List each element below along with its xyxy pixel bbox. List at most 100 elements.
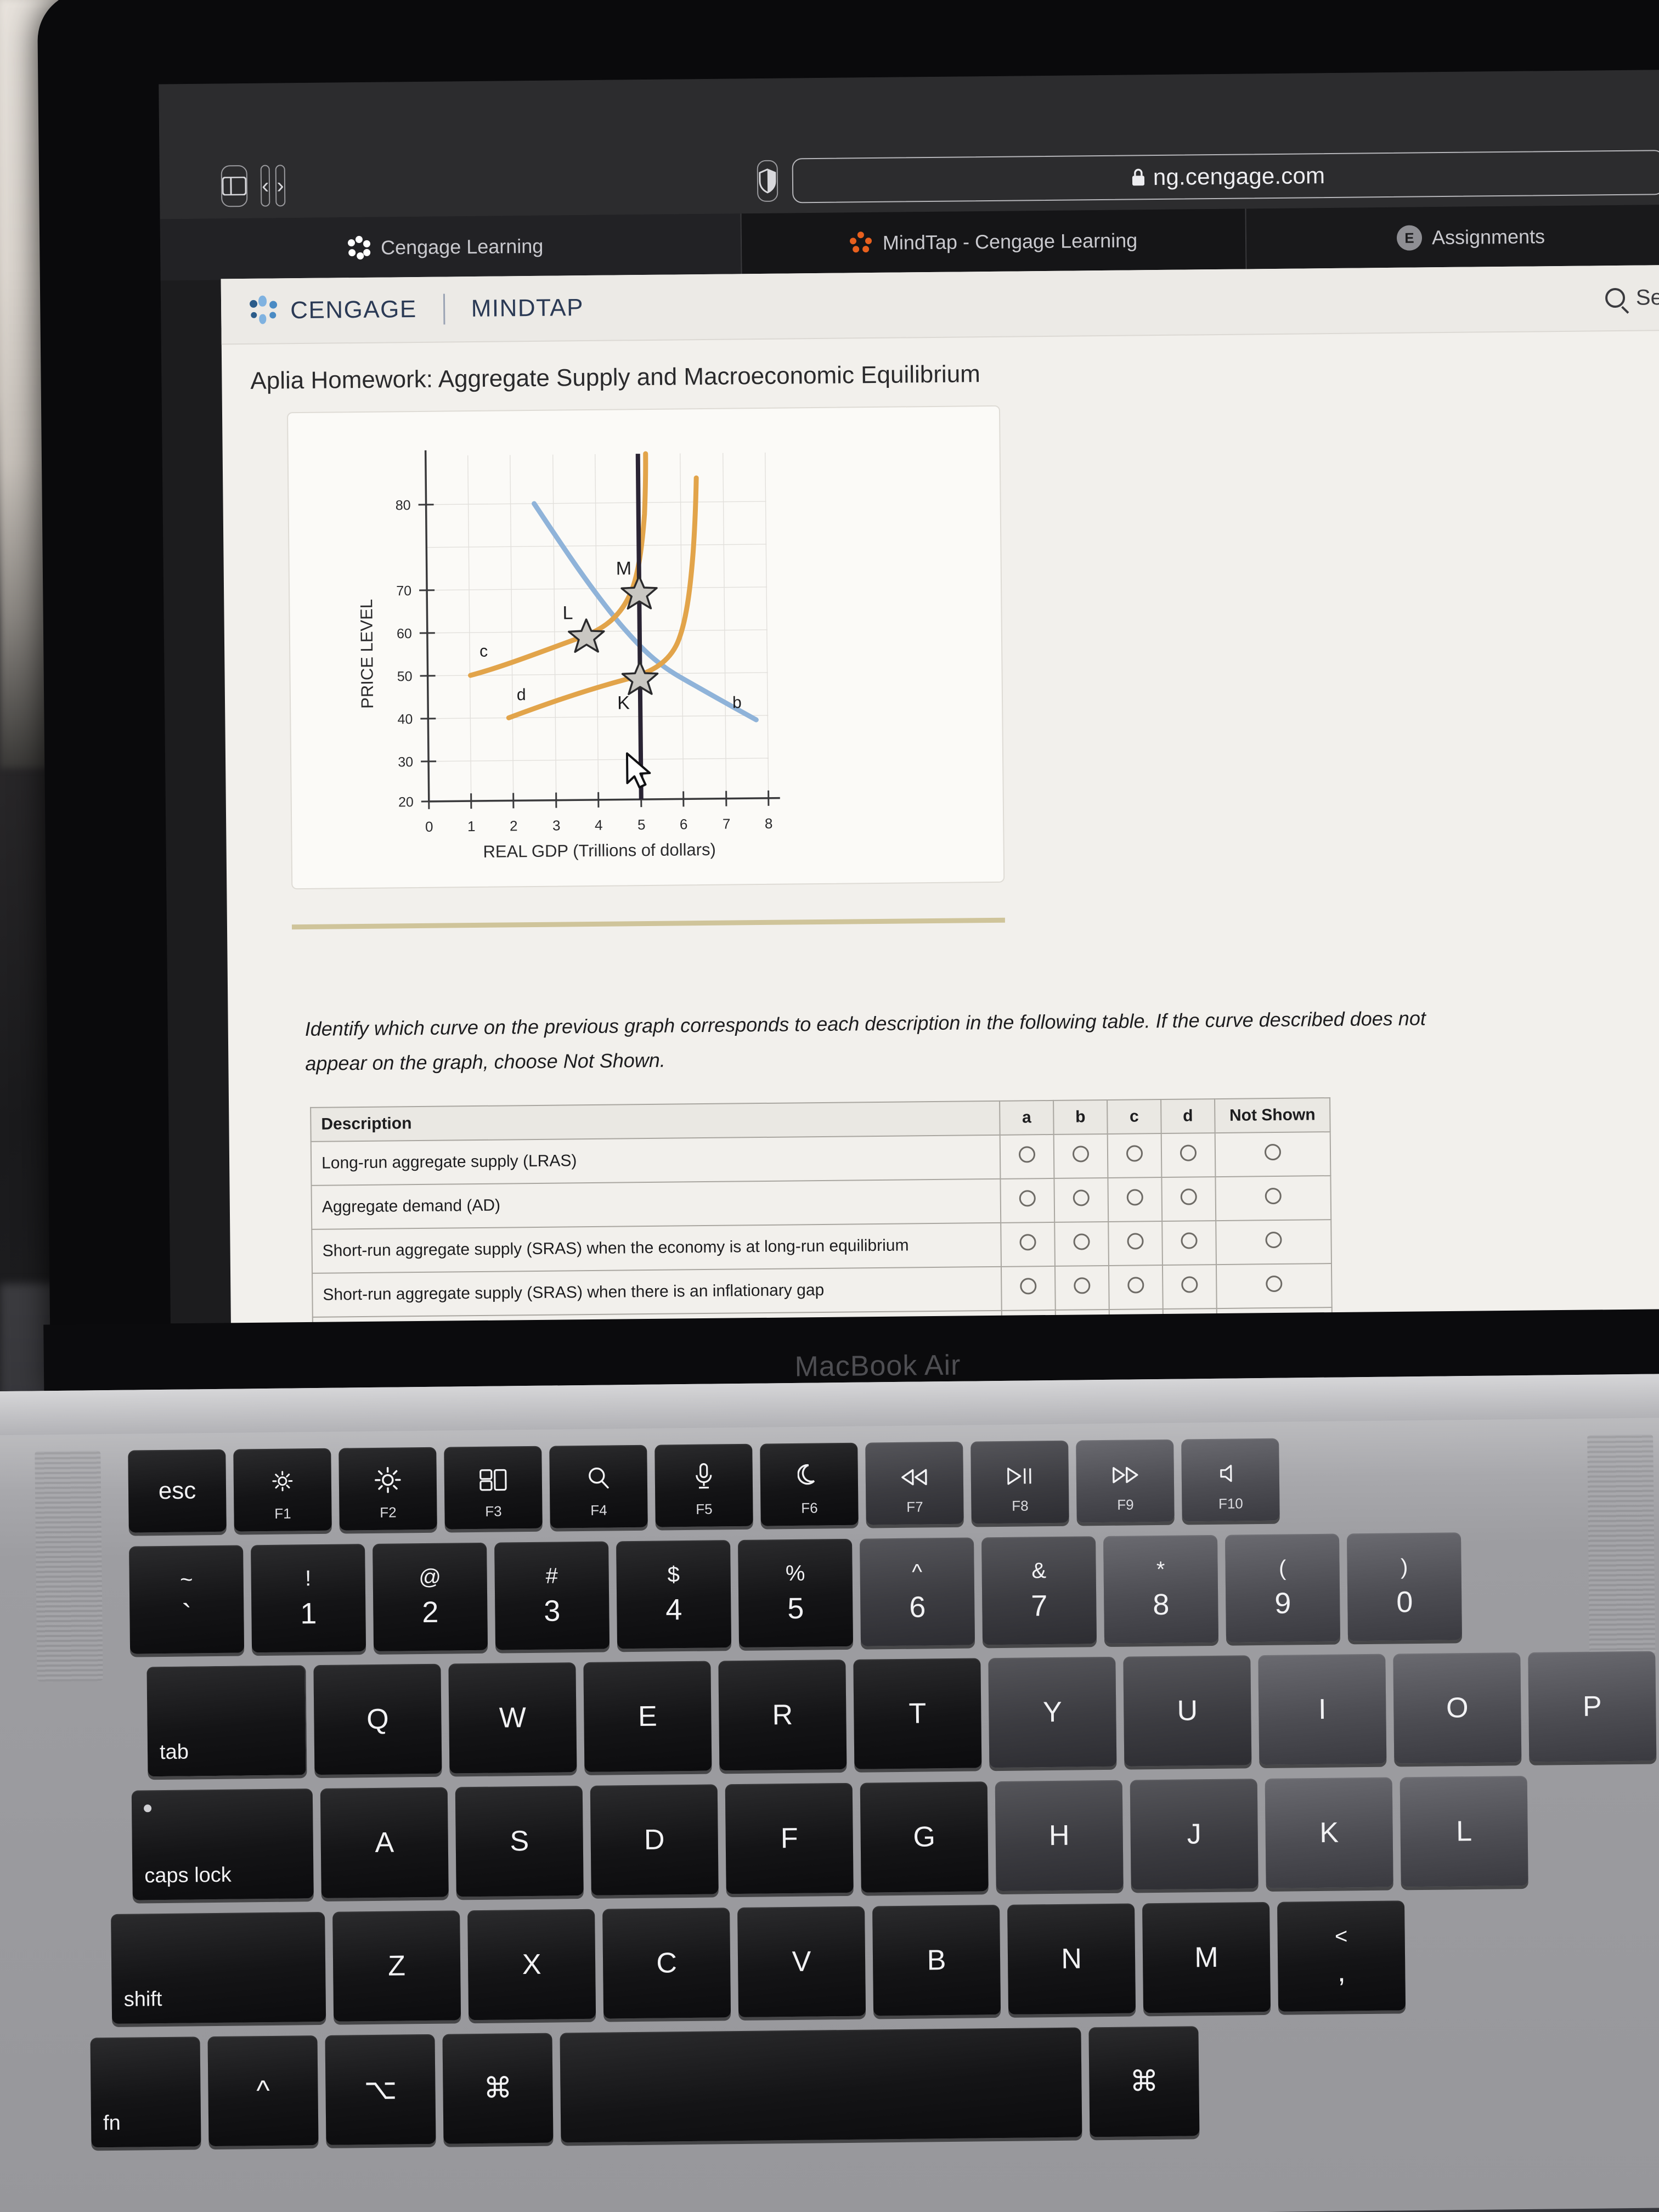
key-v[interactable]: V — [737, 1906, 866, 2018]
radio-button[interactable] — [1180, 1188, 1197, 1205]
cengage-logo[interactable]: CENGAGE MINDTAP — [250, 292, 584, 326]
key-3[interactable]: # 3 — [494, 1541, 610, 1650]
key-shift-left[interactable]: shift — [111, 1911, 326, 2024]
key-n[interactable]: N — [1007, 1903, 1136, 2015]
radio-button[interactable] — [1019, 1234, 1036, 1251]
key-u[interactable]: U — [1123, 1655, 1252, 1767]
key-comma[interactable]: < , — [1277, 1900, 1406, 2012]
key-f1[interactable]: F1 — [233, 1448, 332, 1532]
radio-button[interactable] — [1073, 1189, 1090, 1206]
radio-button[interactable] — [1180, 1144, 1197, 1161]
radio-cell-b[interactable] — [1053, 1133, 1108, 1178]
radio-button[interactable] — [1127, 1233, 1144, 1250]
radio-cell-not-shown[interactable] — [1216, 1263, 1332, 1309]
key-q[interactable]: Q — [313, 1663, 442, 1775]
key-x[interactable]: X — [467, 1909, 596, 2021]
key-w[interactable]: W — [448, 1662, 577, 1774]
key-h[interactable]: H — [995, 1780, 1124, 1892]
key-space[interactable] — [560, 2027, 1082, 2143]
key-4[interactable]: $ 4 — [616, 1540, 732, 1649]
key-8[interactable]: * 8 — [1103, 1534, 1219, 1644]
radio-cell-not-shown[interactable] — [1215, 1132, 1331, 1177]
key-o[interactable]: O — [1393, 1652, 1522, 1764]
radio-button[interactable] — [1266, 1275, 1283, 1293]
radio-button[interactable] — [1126, 1189, 1143, 1206]
key-f6[interactable]: F6 — [760, 1442, 859, 1526]
key-command-right[interactable]: ⌘ — [1088, 2026, 1200, 2137]
key-s[interactable]: S — [455, 1786, 584, 1897]
radio-cell-d[interactable] — [1161, 1133, 1216, 1178]
radio-cell-a[interactable] — [1000, 1134, 1054, 1179]
radio-button[interactable] — [1020, 1278, 1037, 1295]
radio-button[interactable] — [1018, 1146, 1036, 1163]
key-e[interactable]: E — [583, 1661, 712, 1772]
key-f3[interactable]: F3 — [444, 1446, 543, 1530]
radio-cell-a[interactable] — [1001, 1222, 1055, 1267]
radio-button[interactable] — [1265, 1187, 1282, 1205]
key-backtick[interactable]: ~ ` — [129, 1545, 245, 1654]
radio-button[interactable] — [1019, 1190, 1036, 1207]
key-c[interactable]: C — [602, 1908, 731, 2019]
key-r[interactable]: R — [718, 1659, 847, 1771]
privacy-shield-icon[interactable] — [757, 160, 778, 202]
key-g[interactable]: G — [860, 1781, 989, 1893]
key-fn[interactable]: fn — [90, 2036, 201, 2148]
back-chevron-icon[interactable]: ‹ — [260, 165, 270, 207]
key-6[interactable]: ^ 6 — [860, 1537, 975, 1646]
radio-cell-d[interactable] — [1161, 1177, 1216, 1222]
key-k[interactable]: K — [1265, 1777, 1393, 1888]
key-1[interactable]: ! 1 — [251, 1544, 366, 1653]
key-t[interactable]: T — [853, 1658, 982, 1769]
key-control[interactable]: ^ — [207, 2035, 319, 2147]
key-l[interactable]: L — [1400, 1775, 1528, 1887]
radio-button[interactable] — [1127, 1277, 1144, 1294]
radio-button[interactable] — [1074, 1277, 1091, 1294]
radio-button[interactable] — [1126, 1145, 1143, 1162]
key-0[interactable]: ) 0 — [1346, 1532, 1463, 1641]
forward-chevron-icon[interactable]: › — [275, 165, 286, 207]
key-z[interactable]: Z — [332, 1910, 461, 2022]
radio-cell-d[interactable] — [1162, 1221, 1216, 1266]
key-esc[interactable]: esc — [128, 1449, 227, 1533]
key-f7[interactable]: F7 — [865, 1441, 964, 1525]
key-5[interactable]: % 5 — [738, 1538, 854, 1648]
key-tab[interactable]: tab — [146, 1665, 307, 1777]
radio-cell-b[interactable] — [1054, 1221, 1109, 1266]
radio-cell-c[interactable] — [1108, 1221, 1163, 1266]
radio-cell-b[interactable] — [1054, 1177, 1109, 1222]
radio-cell-d[interactable] — [1162, 1265, 1217, 1310]
tab-cengage-learning[interactable]: Cengage Learning — [160, 213, 742, 281]
radio-button[interactable] — [1181, 1276, 1198, 1293]
key-a[interactable]: A — [320, 1787, 449, 1899]
tab-mindtap[interactable]: MindTap - Cengage Learning — [741, 208, 1247, 275]
key-f10[interactable]: F10 — [1181, 1438, 1280, 1522]
key-7[interactable]: & 7 — [981, 1536, 1097, 1645]
radio-button[interactable] — [1073, 1233, 1090, 1250]
key-f5[interactable]: F5 — [654, 1443, 753, 1527]
radio-button[interactable] — [1264, 1143, 1282, 1161]
key-command-left[interactable]: ⌘ — [442, 2033, 554, 2144]
radio-button[interactable] — [1072, 1146, 1090, 1163]
radio-button[interactable] — [1265, 1231, 1282, 1249]
radio-cell-not-shown[interactable] — [1216, 1220, 1331, 1265]
key-f[interactable]: F — [725, 1782, 854, 1894]
key-i[interactable]: I — [1258, 1654, 1387, 1765]
radio-cell-a[interactable] — [1001, 1266, 1056, 1311]
radio-cell-b[interactable] — [1054, 1265, 1109, 1310]
radio-cell-not-shown[interactable] — [1215, 1176, 1331, 1221]
radio-button[interactable] — [1181, 1232, 1198, 1249]
key-caps-lock[interactable]: caps lock — [131, 1788, 314, 1900]
radio-cell-c[interactable] — [1108, 1177, 1163, 1222]
key-f8[interactable]: F8 — [970, 1440, 1069, 1524]
key-f2[interactable]: F2 — [338, 1447, 437, 1531]
key-j[interactable]: J — [1130, 1779, 1259, 1890]
key-2[interactable]: @ 2 — [373, 1542, 488, 1651]
radio-cell-c[interactable] — [1107, 1133, 1162, 1178]
key-b[interactable]: B — [872, 1905, 1001, 2016]
key-p[interactable]: P — [1528, 1651, 1657, 1762]
key-f4[interactable]: F4 — [549, 1444, 648, 1528]
key-y[interactable]: Y — [988, 1656, 1117, 1768]
key-d[interactable]: D — [590, 1784, 719, 1895]
header-search[interactable]: Sea — [1605, 285, 1659, 310]
tab-assignments[interactable]: E Assignments — [1246, 204, 1659, 270]
